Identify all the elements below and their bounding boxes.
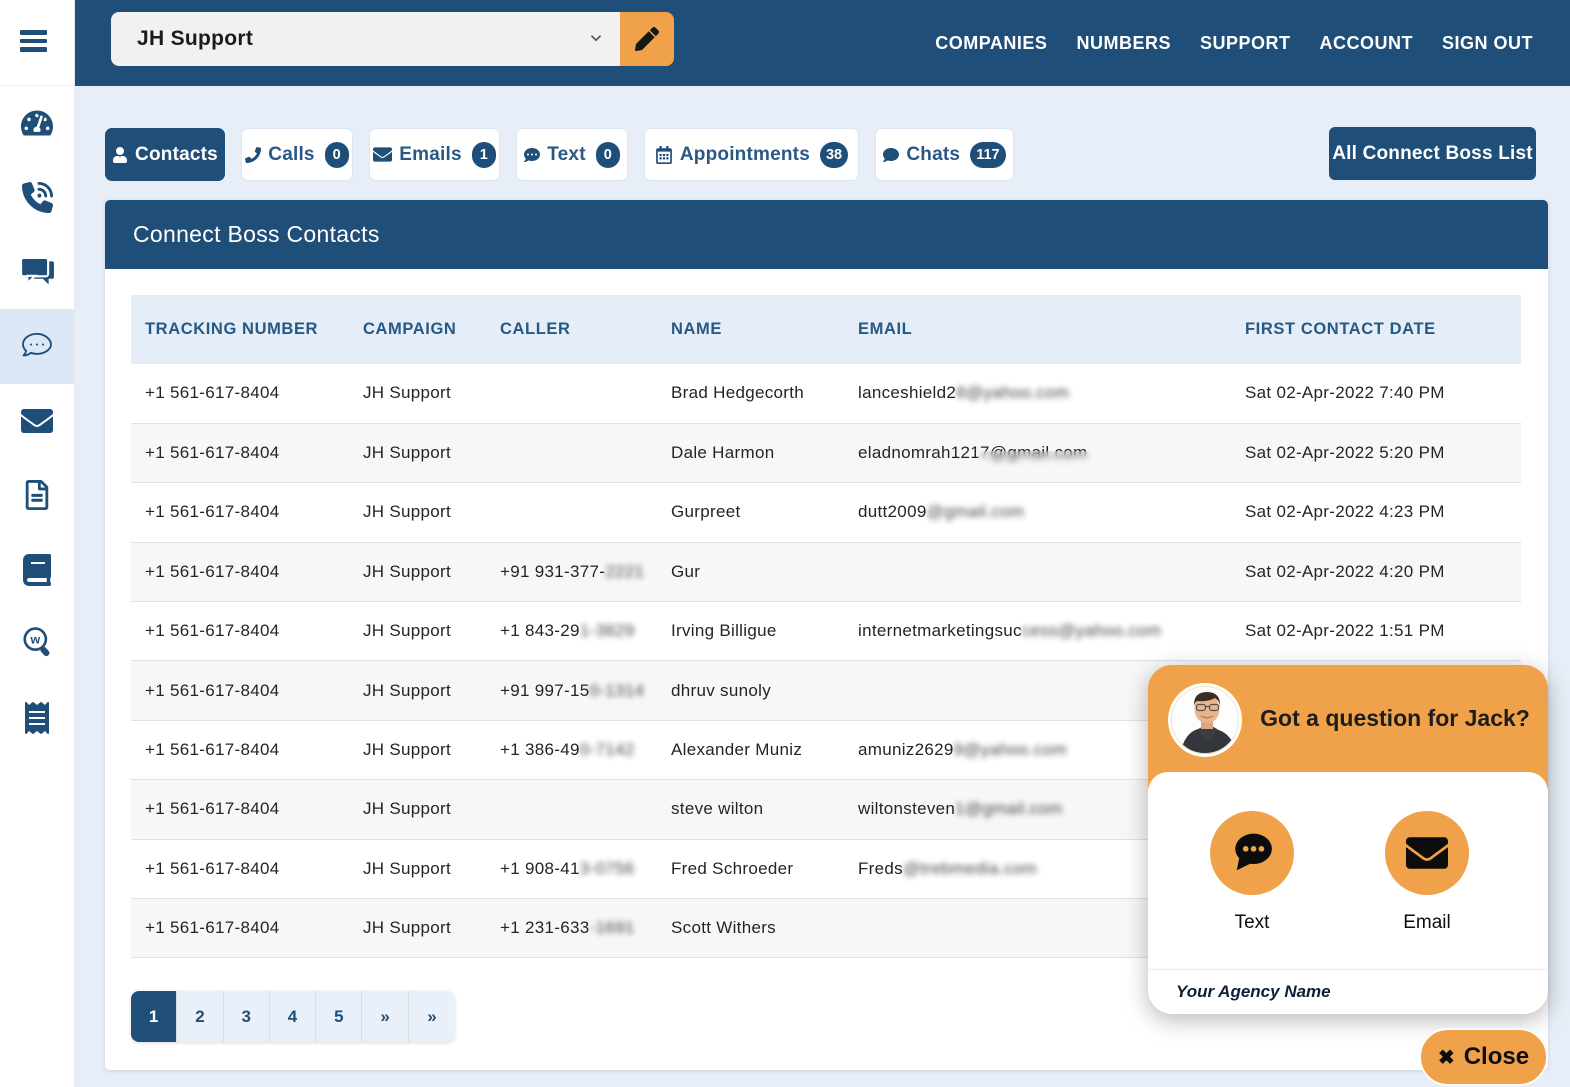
svg-text:w: w xyxy=(29,633,40,647)
